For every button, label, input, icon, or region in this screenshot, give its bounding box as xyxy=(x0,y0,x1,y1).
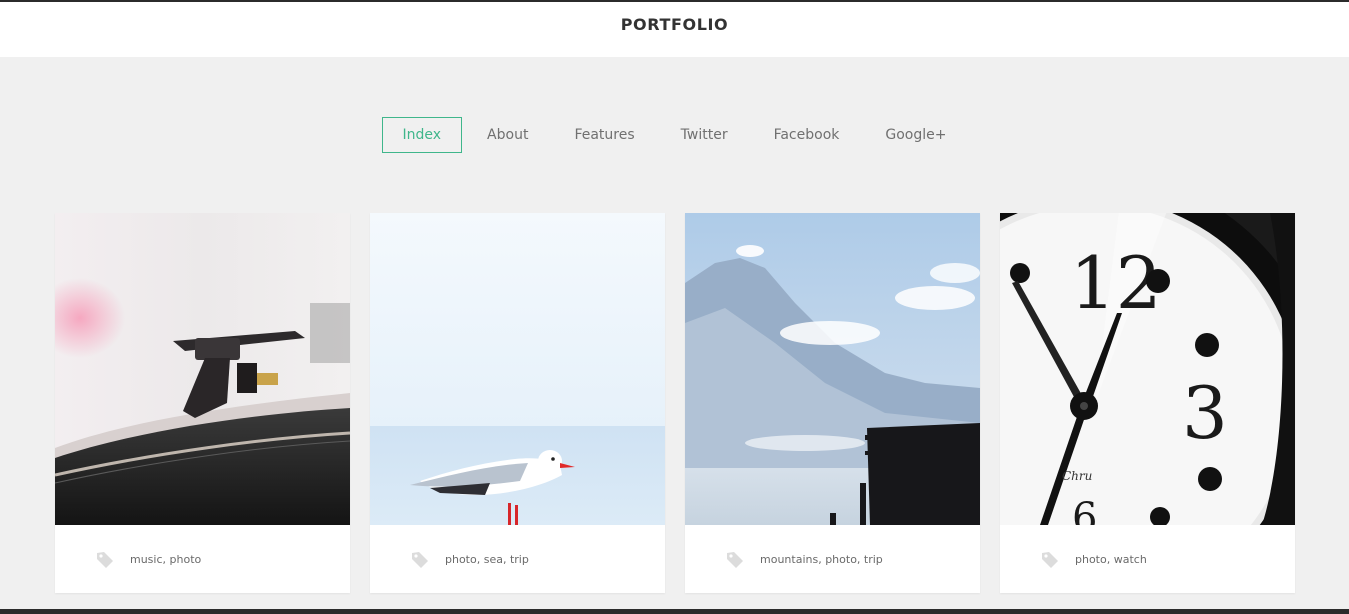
nav-item-about[interactable]: About xyxy=(466,117,549,153)
svg-text:3: 3 xyxy=(1182,371,1228,455)
nav-item-twitter[interactable]: Twitter xyxy=(660,117,749,153)
portfolio-card: music, photo xyxy=(55,213,350,593)
card-footer: photo, sea, trip xyxy=(370,525,665,593)
tag-icon xyxy=(725,549,745,569)
card-tags[interactable]: music, photo xyxy=(130,553,201,566)
site-header: PORTFOLIO xyxy=(0,2,1349,57)
svg-text:Chru: Chru xyxy=(1062,469,1092,483)
main-nav: Index About Features Twitter Facebook Go… xyxy=(0,117,1349,153)
portfolio-grid: music, photo photo, sea, trip mountains,… xyxy=(55,213,1295,593)
tag-icon xyxy=(410,549,430,569)
card-footer: photo, watch xyxy=(1000,525,1295,593)
portfolio-card: 12 3 6 Chru photo, watch xyxy=(1000,213,1295,593)
svg-text:6: 6 xyxy=(1072,495,1097,525)
card-footer: mountains, photo, trip xyxy=(685,525,980,593)
nav-item-index[interactable]: Index xyxy=(381,117,463,153)
nav-item-facebook[interactable]: Facebook xyxy=(753,117,861,153)
nav-item-features[interactable]: Features xyxy=(553,117,655,153)
bottom-border xyxy=(0,609,1349,614)
seagull-photo[interactable] xyxy=(370,213,665,525)
mountains-photo[interactable] xyxy=(685,213,980,525)
portfolio-card: mountains, photo, trip xyxy=(685,213,980,593)
card-footer: music, photo xyxy=(55,525,350,593)
turntable-photo[interactable] xyxy=(55,213,350,525)
card-tags[interactable]: photo, watch xyxy=(1075,553,1147,566)
site-title[interactable]: PORTFOLIO xyxy=(621,15,729,34)
nav-item-google-plus[interactable]: Google+ xyxy=(864,117,967,153)
clock-photo[interactable]: 12 3 6 Chru xyxy=(1000,213,1295,525)
portfolio-card: photo, sea, trip xyxy=(370,213,665,593)
tag-icon xyxy=(1040,549,1060,569)
tag-icon xyxy=(95,549,115,569)
card-tags[interactable]: photo, sea, trip xyxy=(445,553,529,566)
card-tags[interactable]: mountains, photo, trip xyxy=(760,553,883,566)
